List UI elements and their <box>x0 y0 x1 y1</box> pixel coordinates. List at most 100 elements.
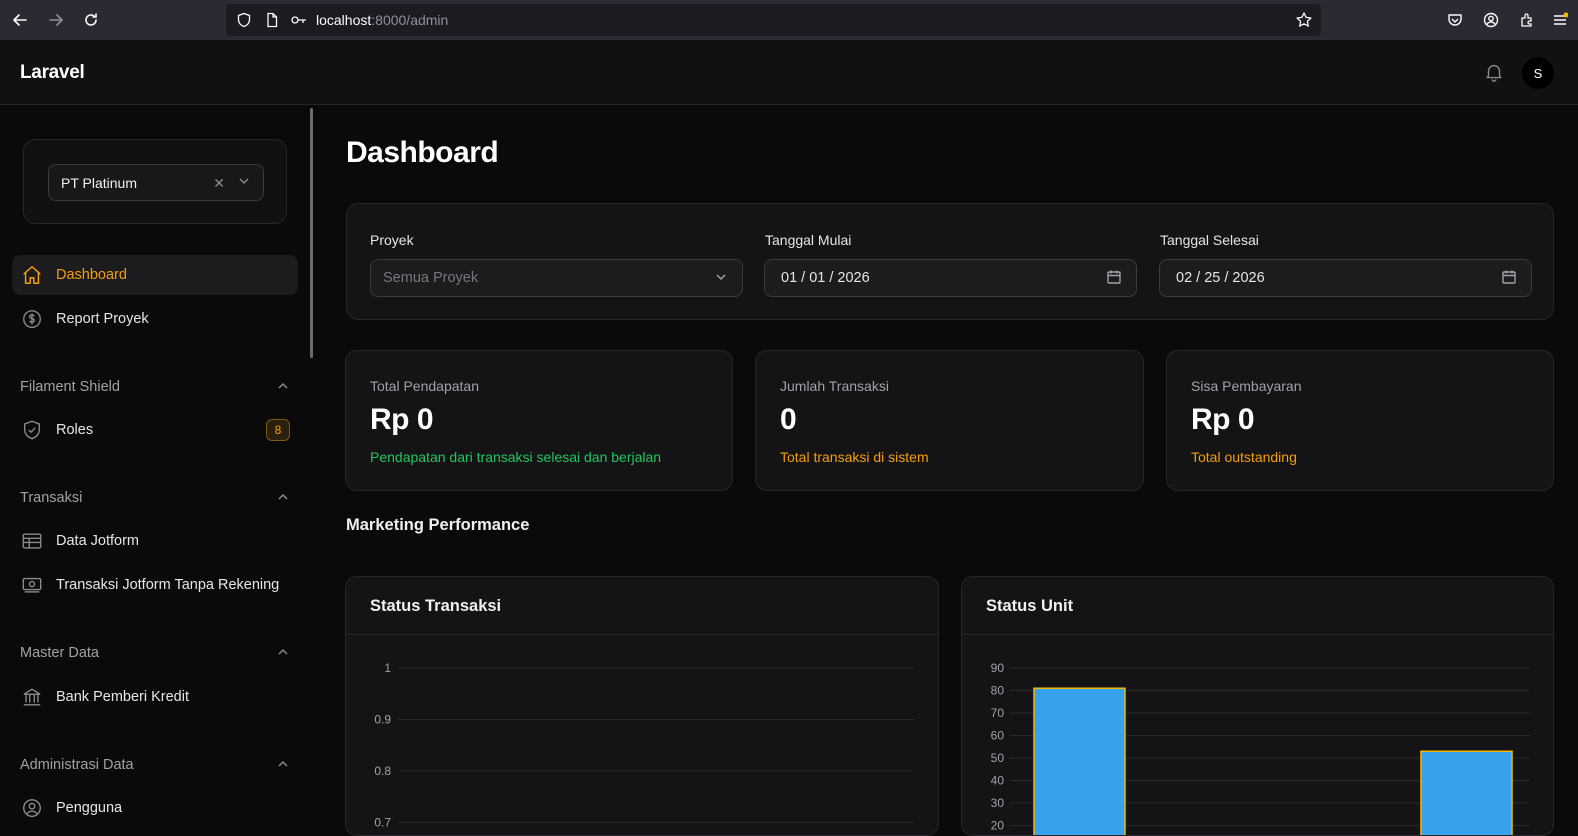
y-tick-label: 60 <box>991 729 1005 743</box>
sidebar-item-label: Bank Pemberi Kredit <box>56 689 189 705</box>
calendar-icon[interactable] <box>1501 269 1517 289</box>
nav-group-label: Administrasi Data <box>20 757 134 773</box>
nav-group-master-data[interactable]: Master Data <box>20 645 290 661</box>
sidebar-item-label: Data Jotform <box>56 533 139 549</box>
nav-group-filament-shield[interactable]: Filament Shield <box>20 379 290 395</box>
home-icon <box>20 263 44 287</box>
clear-icon[interactable]: ✕ <box>213 175 225 192</box>
y-tick-label: 50 <box>991 751 1005 765</box>
project-filter-label: Proyek <box>370 232 414 248</box>
stat-description: Total transaksi di sistem <box>780 449 929 465</box>
page-title: Dashboard <box>346 136 499 169</box>
stat-value: Rp 0 <box>1191 403 1255 436</box>
chevron-up-icon[interactable] <box>276 379 290 397</box>
tenant-select-value: PT Platinum <box>61 174 137 191</box>
dollar-circle-icon <box>20 307 44 331</box>
stat-description: Pendapatan dari transaksi selesai dan be… <box>370 449 662 465</box>
y-tick-label: 30 <box>991 796 1005 810</box>
sidebar-item-roles[interactable]: Roles 8 <box>12 410 298 450</box>
chevron-down-icon[interactable] <box>237 174 251 191</box>
nav-group-transaksi[interactable]: Transaksi <box>20 490 290 506</box>
filter-card: Proyek Semua Proyek Tanggal Mulai 01 / 0… <box>346 203 1554 320</box>
y-tick-label: 70 <box>991 706 1005 720</box>
sidebar-item-pengguna[interactable]: Pengguna <box>12 788 298 828</box>
chart-header: Status Unit <box>962 577 1553 635</box>
sidebar-item-label: Pengguna <box>56 800 123 816</box>
nav-group-label: Filament Shield <box>20 379 120 395</box>
start-date-value: 01 / 01 / 2026 <box>781 270 870 286</box>
sidebar-item-report-proyek[interactable]: Report Proyek <box>12 299 298 339</box>
nav-group-label: Master Data <box>20 645 99 661</box>
notifications-bell-icon[interactable] <box>1483 61 1505 83</box>
y-tick-label: 80 <box>991 684 1005 698</box>
project-select-placeholder: Semua Proyek <box>383 270 479 286</box>
tenant-select[interactable]: PT Platinum ✕ <box>48 164 264 201</box>
bookmark-star-icon[interactable] <box>1295 11 1313 29</box>
chevron-down-icon <box>714 269 728 289</box>
building-library-icon <box>20 685 44 709</box>
stat-card-sisa-pembayaran: Sisa Pembayaran Rp 0 Total outstanding <box>1166 350 1554 491</box>
chevron-up-icon[interactable] <box>276 490 290 508</box>
y-tick-label: 0.7 <box>374 816 391 830</box>
extensions-icon[interactable] <box>1513 0 1541 40</box>
pocket-icon[interactable] <box>1441 0 1469 40</box>
chart-card-status-unit: Status Unit 90 80 70 60 50 40 30 20 <box>961 576 1554 836</box>
stat-description: Total outstanding <box>1191 449 1297 465</box>
stat-label: Sisa Pembayaran <box>1191 378 1302 394</box>
shield-icon <box>237 12 251 28</box>
end-date-label: Tanggal Selesai <box>1160 232 1259 248</box>
sidebar-item-dashboard[interactable]: Dashboard <box>12 255 298 295</box>
chevron-up-icon[interactable] <box>276 757 290 775</box>
status-transaksi-chart: 1 0.9 0.8 0.7 <box>374 661 914 830</box>
stat-label: Total Pendapatan <box>370 378 479 394</box>
start-date-input[interactable]: 01 / 01 / 2026 <box>764 259 1137 297</box>
sidebar-item-label: Report Proyek <box>56 311 149 327</box>
chart-title: Status Transaksi <box>370 597 502 615</box>
bar[interactable] <box>1033 687 1126 835</box>
sidebar-item-data-jotform[interactable]: Data Jotform <box>12 521 298 561</box>
shield-check-icon <box>20 418 44 442</box>
project-select[interactable]: Semua Proyek <box>370 259 743 297</box>
stat-card-jumlah-transaksi: Jumlah Transaksi 0 Total transaksi di si… <box>755 350 1144 491</box>
sidebar-item-transaksi-jotform-tanpa-rekening[interactable]: Transaksi Jotform Tanpa Rekening <box>12 565 298 605</box>
stat-label: Jumlah Transaksi <box>780 378 889 394</box>
table-icon <box>20 529 44 553</box>
status-unit-chart: 90 80 70 60 50 40 30 20 <box>991 661 1530 835</box>
brand-logo[interactable]: Laravel <box>20 62 85 84</box>
nav-group-label: Transaksi <box>20 490 83 506</box>
browser-toolbar: localhost:8000/admin <box>0 0 1578 40</box>
menu-icon[interactable] <box>1546 0 1574 40</box>
stat-card-total-pendapatan: Total Pendapatan Rp 0 Pendapatan dari tr… <box>345 350 733 491</box>
chevron-up-icon[interactable] <box>276 645 290 663</box>
y-tick-label: 20 <box>991 819 1005 833</box>
sidebar-item-label: Roles <box>56 422 94 438</box>
reload-icon[interactable] <box>73 0 109 40</box>
roles-count-badge: 8 <box>266 419 290 441</box>
y-tick-label: 0.8 <box>374 764 391 778</box>
page-icon <box>267 12 278 28</box>
start-date-label: Tanggal Mulai <box>765 232 852 248</box>
sidebar-item-bank-pemberi-kredit[interactable]: Bank Pemberi Kredit <box>12 677 298 717</box>
tenant-switcher-card: PT Platinum ✕ <box>23 139 287 224</box>
user-circle-icon <box>20 796 44 820</box>
chart-title: Status Unit <box>986 597 1074 615</box>
user-avatar[interactable]: S <box>1522 57 1554 89</box>
stat-value: 0 <box>780 403 797 436</box>
url-bar[interactable]: localhost:8000/admin <box>226 4 1321 36</box>
bar[interactable] <box>1420 750 1513 835</box>
account-icon[interactable] <box>1477 0 1505 40</box>
y-tick-label: 0.9 <box>374 713 391 727</box>
back-icon[interactable] <box>2 0 38 40</box>
end-date-input[interactable]: 02 / 25 / 2026 <box>1159 259 1532 297</box>
y-tick-label: 90 <box>991 661 1005 675</box>
forward-icon[interactable] <box>38 0 74 40</box>
nav-group-administrasi-data[interactable]: Administrasi Data <box>20 757 290 773</box>
section-title: Marketing Performance <box>346 516 530 534</box>
chart-header: Status Transaksi <box>346 577 938 635</box>
y-tick-label: 1 <box>384 661 391 675</box>
calendar-icon[interactable] <box>1106 269 1122 289</box>
y-tick-label: 40 <box>991 774 1005 788</box>
sidebar-item-label: Dashboard <box>56 267 127 283</box>
end-date-value: 02 / 25 / 2026 <box>1176 270 1265 286</box>
sidebar-scrollbar[interactable] <box>310 108 313 358</box>
